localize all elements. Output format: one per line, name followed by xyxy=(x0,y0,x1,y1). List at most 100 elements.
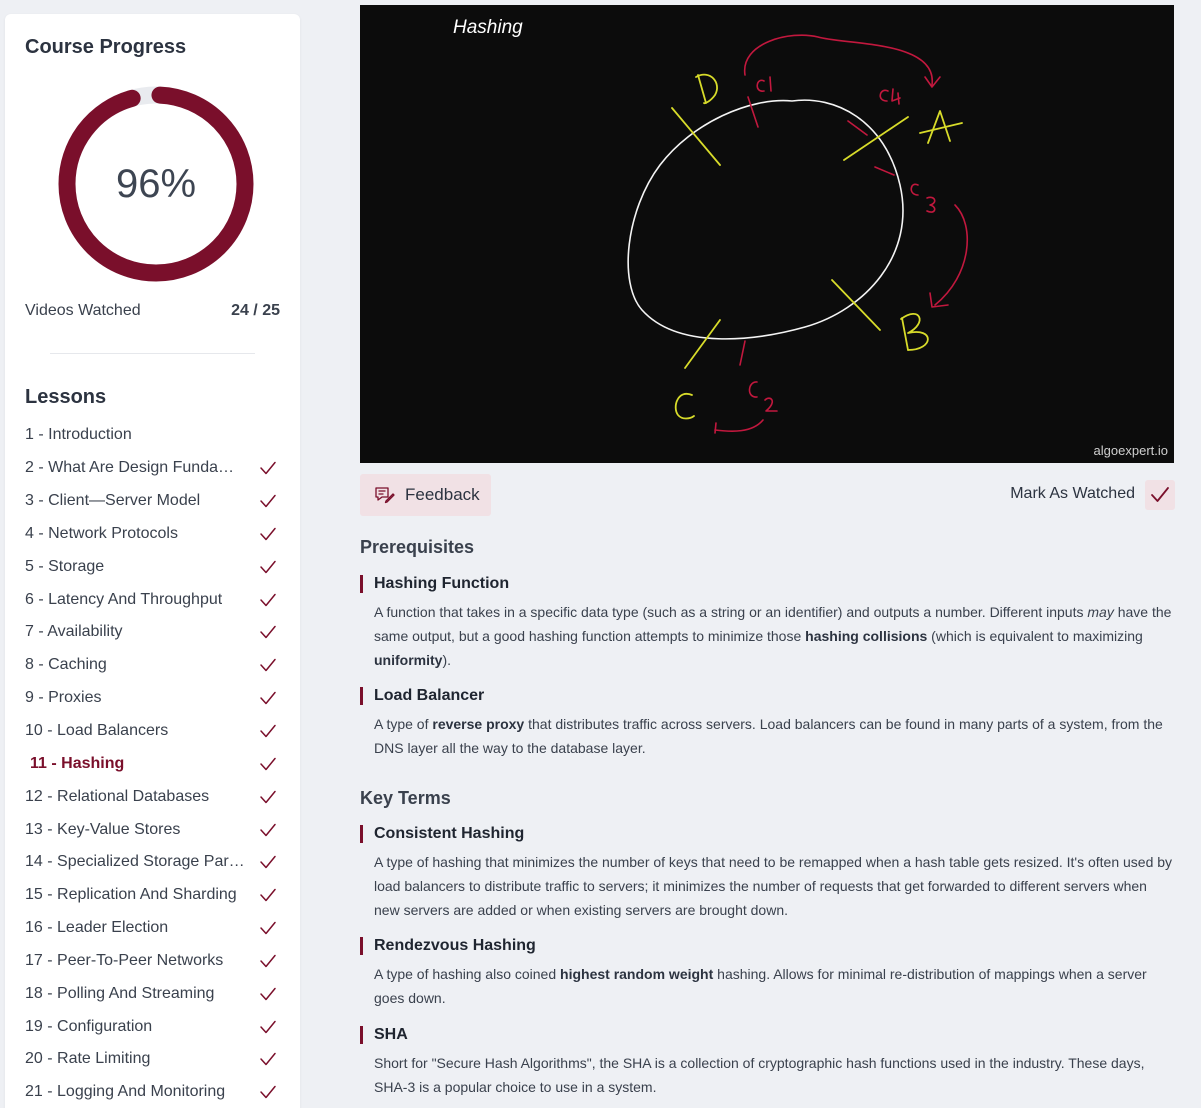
check-icon xyxy=(259,1083,277,1101)
check-icon xyxy=(259,689,277,707)
check-icon xyxy=(259,1018,277,1036)
lesson-label: 18 - Polling And Streaming xyxy=(25,984,215,1002)
lesson-item[interactable]: 11 - Hashing xyxy=(25,747,277,780)
lesson-label: 14 - Specialized Storage Paradigms xyxy=(25,853,247,871)
term-description-part: uniformity xyxy=(374,652,443,668)
lesson-item[interactable]: 20 - Rate Limiting xyxy=(25,1043,277,1076)
term-description-part: (which is equivalent to maximizing xyxy=(927,628,1143,644)
lesson-label: 2 - What Are Design Fundamentals? xyxy=(25,459,247,477)
term-description-part: may xyxy=(1087,604,1114,620)
lesson-label: 9 - Proxies xyxy=(25,689,102,707)
lesson-item[interactable]: 5 - Storage xyxy=(25,550,277,583)
lesson-label: 19 - Configuration xyxy=(25,1017,153,1035)
course-progress-title: Course Progress xyxy=(25,36,187,58)
check-icon xyxy=(259,853,277,871)
check-icon xyxy=(259,919,277,937)
check-icon xyxy=(259,459,277,477)
course-sidebar: Course Progress 96% Videos Watched 24 / … xyxy=(5,14,300,1108)
videos-watched-count: 24 / 25 xyxy=(231,302,280,319)
lesson-item[interactable]: 4 - Network Protocols xyxy=(25,518,277,551)
lesson-label: 17 - Peer-To-Peer Networks xyxy=(25,951,224,969)
lesson-item[interactable]: 7 - Availability xyxy=(25,616,277,649)
term-description-part: Short for "Secure Hash Algorithms", the … xyxy=(374,1055,1145,1095)
lesson-item[interactable]: 1 - Introduction xyxy=(25,419,277,452)
feedback-button[interactable]: Feedback xyxy=(360,474,491,516)
lesson-item[interactable]: 13 - Key-Value Stores xyxy=(25,813,277,846)
lesson-label: 1 - Introduction xyxy=(25,426,132,444)
key-markers xyxy=(714,34,969,434)
key-term: SHA Short for "Secure Hash Algorithms", … xyxy=(360,1026,1175,1099)
lesson-label: 6 - Latency And Throughput xyxy=(25,590,223,608)
lesson-label: 5 - Storage xyxy=(25,557,105,575)
lesson-item[interactable]: 21 - Logging And Monitoring xyxy=(25,1076,277,1108)
check-icon xyxy=(259,755,277,773)
lesson-item[interactable]: 14 - Specialized Storage Paradigms xyxy=(25,846,277,879)
lesson-label: 8 - Caching xyxy=(25,656,107,674)
lesson-label: 15 - Replication And Sharding xyxy=(25,886,237,904)
lesson-item[interactable]: 3 - Client—Server Model xyxy=(25,485,277,518)
check-icon xyxy=(259,492,277,510)
prereq-term: Hashing Function A function that takes i… xyxy=(360,575,1175,672)
server-markers xyxy=(671,73,963,420)
mark-as-watched-button[interactable] xyxy=(1145,480,1175,510)
progress-percent: 96% xyxy=(115,161,197,206)
term-description-part: A type of xyxy=(374,716,433,732)
key-term: Rendezvous Hashing A type of hashing als… xyxy=(360,937,1175,1010)
mark-as-watched-label: Mark As Watched xyxy=(1010,485,1135,502)
term-name: SHA xyxy=(360,1026,1175,1044)
whiteboard-drawing xyxy=(627,34,969,434)
lesson-item[interactable]: 8 - Caching xyxy=(25,649,277,682)
term-description-part: highest random weight xyxy=(560,966,714,982)
sidebar-divider xyxy=(50,353,255,354)
check-icon xyxy=(259,952,277,970)
lesson-item[interactable]: 15 - Replication And Sharding xyxy=(25,879,277,912)
key-term: Consistent Hashing A type of hashing tha… xyxy=(360,825,1175,922)
progress-ring: 96% xyxy=(53,81,259,287)
term-description-part: A function that takes in a specific data… xyxy=(374,604,1088,620)
term-description: A function that takes in a specific data… xyxy=(360,600,1175,672)
term-description: A type of reverse proxy that distributes… xyxy=(360,712,1175,760)
term-description-part: hashing collisions xyxy=(805,628,928,644)
term-description-part: reverse proxy xyxy=(432,716,525,732)
lesson-item[interactable]: 18 - Polling And Streaming xyxy=(25,977,277,1010)
term-name: Load Balancer xyxy=(360,687,1175,705)
term-description-part: A type of hashing that minimizes the num… xyxy=(374,854,1173,918)
lesson-label: 10 - Load Balancers xyxy=(25,722,169,740)
videos-watched-label: Videos Watched xyxy=(25,302,141,319)
check-icon xyxy=(1151,487,1169,502)
lesson-item[interactable]: 2 - What Are Design Fundamentals? xyxy=(25,452,277,485)
feedback-label: Feedback xyxy=(405,485,480,504)
check-icon xyxy=(259,558,277,576)
lesson-item[interactable]: 12 - Relational Databases xyxy=(25,780,277,813)
lessons-title: Lessons xyxy=(25,386,107,408)
video-player[interactable]: Hashing algoexpert.io xyxy=(360,5,1174,463)
lesson-label: 13 - Key-Value Stores xyxy=(25,820,181,838)
check-icon xyxy=(259,821,277,839)
lesson-item[interactable]: 9 - Proxies xyxy=(25,682,277,715)
lesson-item[interactable]: 17 - Peer-To-Peer Networks xyxy=(25,945,277,978)
hash-ring xyxy=(627,99,904,340)
key-terms-title: Key Terms xyxy=(360,788,451,808)
lesson-item[interactable]: 16 - Leader Election xyxy=(25,912,277,945)
check-icon xyxy=(259,886,277,904)
check-icon xyxy=(259,591,277,609)
term-description-part: ). xyxy=(442,652,452,668)
check-icon xyxy=(259,525,277,543)
lesson-label: 11 - Hashing xyxy=(30,754,125,772)
term-name: Hashing Function xyxy=(360,575,1175,593)
lesson-item[interactable]: 6 - Latency And Throughput xyxy=(25,583,277,616)
lesson-label: 7 - Availability xyxy=(25,623,123,641)
lesson-label: 16 - Leader Election xyxy=(25,919,169,937)
lesson-label: 21 - Logging And Monitoring xyxy=(25,1083,226,1101)
lesson-item[interactable]: 10 - Load Balancers xyxy=(25,715,277,748)
term-description: A type of hashing also coined highest ra… xyxy=(360,962,1175,1010)
lesson-item[interactable]: 19 - Configuration xyxy=(25,1010,277,1043)
check-icon xyxy=(259,788,277,806)
lesson-label: 12 - Relational Databases xyxy=(25,787,210,805)
term-description-part: A type of hashing also coined xyxy=(374,966,561,982)
check-icon xyxy=(259,985,277,1003)
check-icon xyxy=(259,722,277,740)
lesson-label: 3 - Client—Server Model xyxy=(25,492,201,510)
lesson-list: 1 - Introduction 2 - What Are Design Fund… xyxy=(25,419,277,1108)
feedback-icon xyxy=(374,486,395,504)
